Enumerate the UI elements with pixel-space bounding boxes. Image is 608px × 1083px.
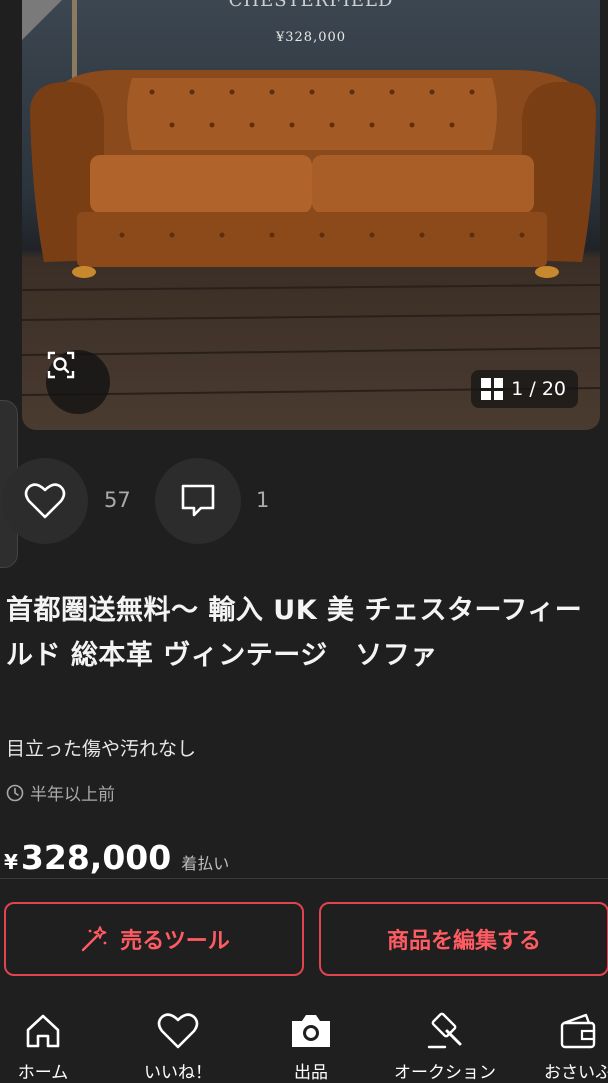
image-search-icon <box>47 351 75 379</box>
nav-home[interactable]: ホーム <box>0 1010 103 1083</box>
sell-tool-button[interactable]: 売るツール <box>4 902 304 976</box>
nav-likes[interactable]: いいね！ <box>118 1010 238 1083</box>
photo-price-text: ¥328,000 <box>275 30 347 45</box>
bottom-navigation: ホーム いいね！ 出品 オークション おさいふ <box>0 1000 608 1083</box>
divider <box>0 878 608 879</box>
posted-time-text: 半年以上前 <box>30 785 115 805</box>
image-search-button[interactable] <box>46 350 110 414</box>
edit-item-label: 商品を編集する <box>386 929 541 954</box>
camera-icon <box>292 1015 330 1047</box>
likes-count: 57 <box>104 488 131 512</box>
comment-button[interactable] <box>155 458 241 544</box>
product-image[interactable]: CHESTERFIELD ¥328,000 1 / 20 <box>22 0 600 430</box>
nav-auction[interactable]: オークション <box>385 1010 505 1083</box>
shipping-method: 着払い <box>181 854 230 873</box>
nav-sell-label: 出品 <box>294 1063 328 1083</box>
image-corner-marker <box>22 0 62 40</box>
gavel-icon <box>427 1012 462 1049</box>
price: ¥ 328,000 着払い <box>4 838 229 877</box>
heart-icon <box>24 483 66 519</box>
photo-brand-text: CHESTERFIELD <box>228 0 394 11</box>
price-amount: 328,000 <box>20 838 172 877</box>
item-title: 首都圏送無料〜 輸入 UK 美 チェスターフィールド 総本革 ヴィンテージ ソフ… <box>6 595 583 671</box>
nav-home-label: ホーム <box>17 1063 69 1083</box>
clock-icon <box>6 784 24 801</box>
nav-sell[interactable]: 出品 <box>251 1010 371 1083</box>
edit-item-button[interactable]: 商品を編集する <box>319 902 608 976</box>
sell-tool-label: 売るツール <box>120 929 230 954</box>
currency-symbol: ¥ <box>4 850 18 874</box>
heart-icon <box>157 1013 199 1049</box>
wallet-icon <box>560 1013 596 1049</box>
image-counter-text: 1 / 20 <box>511 378 566 400</box>
comments-count: 1 <box>256 488 270 512</box>
sofa-illustration <box>22 0 600 396</box>
nav-wallet[interactable]: おさいふ <box>518 1010 608 1083</box>
magic-wand-icon <box>82 926 107 952</box>
nav-likes-label: いいね！ <box>144 1063 212 1083</box>
nav-wallet-label: おさいふ <box>544 1063 608 1083</box>
nav-auction-label: オークション <box>394 1063 496 1083</box>
image-counter[interactable]: 1 / 20 <box>471 370 578 408</box>
item-condition: 目立った傷や汚れなし <box>6 738 197 760</box>
comment-icon <box>181 484 215 517</box>
posted-time: 半年以上前 <box>6 780 115 805</box>
like-button[interactable] <box>2 458 88 544</box>
grid-icon <box>481 378 504 400</box>
home-icon <box>26 1014 60 1048</box>
